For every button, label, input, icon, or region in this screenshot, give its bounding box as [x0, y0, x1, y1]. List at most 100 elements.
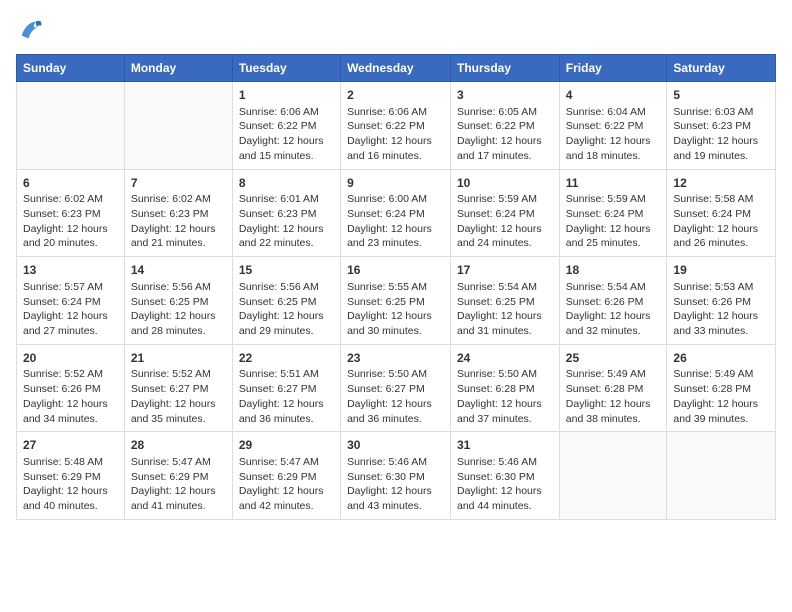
- calendar-cell: 15Sunrise: 5:56 AMSunset: 6:25 PMDayligh…: [232, 257, 340, 345]
- calendar-week-1: 1Sunrise: 6:06 AMSunset: 6:22 PMDaylight…: [17, 82, 776, 170]
- day-number: 21: [131, 350, 226, 367]
- calendar-cell: 19Sunrise: 5:53 AMSunset: 6:26 PMDayligh…: [667, 257, 776, 345]
- day-info: Sunrise: 5:55 AMSunset: 6:25 PMDaylight:…: [347, 280, 444, 339]
- day-info: Sunrise: 5:48 AMSunset: 6:29 PMDaylight:…: [23, 455, 118, 514]
- day-info: Sunrise: 6:03 AMSunset: 6:23 PMDaylight:…: [673, 105, 769, 164]
- weekday-header-tuesday: Tuesday: [232, 55, 340, 82]
- day-info: Sunrise: 6:06 AMSunset: 6:22 PMDaylight:…: [239, 105, 334, 164]
- day-info: Sunrise: 5:52 AMSunset: 6:26 PMDaylight:…: [23, 367, 118, 426]
- calendar-week-2: 6Sunrise: 6:02 AMSunset: 6:23 PMDaylight…: [17, 169, 776, 257]
- day-number: 11: [566, 175, 661, 192]
- calendar-cell: 16Sunrise: 5:55 AMSunset: 6:25 PMDayligh…: [341, 257, 451, 345]
- day-info: Sunrise: 6:00 AMSunset: 6:24 PMDaylight:…: [347, 192, 444, 251]
- day-number: 18: [566, 262, 661, 279]
- weekday-header-row: SundayMondayTuesdayWednesdayThursdayFrid…: [17, 55, 776, 82]
- day-number: 31: [457, 437, 553, 454]
- calendar-cell: 26Sunrise: 5:49 AMSunset: 6:28 PMDayligh…: [667, 344, 776, 432]
- day-number: 16: [347, 262, 444, 279]
- calendar-cell: 22Sunrise: 5:51 AMSunset: 6:27 PMDayligh…: [232, 344, 340, 432]
- calendar-cell: 9Sunrise: 6:00 AMSunset: 6:24 PMDaylight…: [341, 169, 451, 257]
- calendar-cell: 14Sunrise: 5:56 AMSunset: 6:25 PMDayligh…: [124, 257, 232, 345]
- calendar-cell: 24Sunrise: 5:50 AMSunset: 6:28 PMDayligh…: [451, 344, 560, 432]
- day-number: 14: [131, 262, 226, 279]
- calendar-cell: 28Sunrise: 5:47 AMSunset: 6:29 PMDayligh…: [124, 432, 232, 520]
- day-number: 17: [457, 262, 553, 279]
- day-number: 27: [23, 437, 118, 454]
- day-info: Sunrise: 6:01 AMSunset: 6:23 PMDaylight:…: [239, 192, 334, 251]
- calendar-cell: 5Sunrise: 6:03 AMSunset: 6:23 PMDaylight…: [667, 82, 776, 170]
- weekday-header-sunday: Sunday: [17, 55, 125, 82]
- day-info: Sunrise: 5:54 AMSunset: 6:25 PMDaylight:…: [457, 280, 553, 339]
- day-number: 4: [566, 87, 661, 104]
- day-number: 2: [347, 87, 444, 104]
- day-number: 30: [347, 437, 444, 454]
- day-number: 29: [239, 437, 334, 454]
- calendar-cell: [124, 82, 232, 170]
- calendar-cell: 23Sunrise: 5:50 AMSunset: 6:27 PMDayligh…: [341, 344, 451, 432]
- day-number: 1: [239, 87, 334, 104]
- day-number: 23: [347, 350, 444, 367]
- logo: [16, 16, 48, 44]
- day-info: Sunrise: 5:49 AMSunset: 6:28 PMDaylight:…: [673, 367, 769, 426]
- calendar-cell: 30Sunrise: 5:46 AMSunset: 6:30 PMDayligh…: [341, 432, 451, 520]
- calendar-body: 1Sunrise: 6:06 AMSunset: 6:22 PMDaylight…: [17, 82, 776, 520]
- calendar-cell: 27Sunrise: 5:48 AMSunset: 6:29 PMDayligh…: [17, 432, 125, 520]
- calendar-cell: 11Sunrise: 5:59 AMSunset: 6:24 PMDayligh…: [559, 169, 667, 257]
- day-number: 25: [566, 350, 661, 367]
- day-info: Sunrise: 5:52 AMSunset: 6:27 PMDaylight:…: [131, 367, 226, 426]
- calendar-week-4: 20Sunrise: 5:52 AMSunset: 6:26 PMDayligh…: [17, 344, 776, 432]
- weekday-header-thursday: Thursday: [451, 55, 560, 82]
- weekday-header-friday: Friday: [559, 55, 667, 82]
- calendar-cell: 25Sunrise: 5:49 AMSunset: 6:28 PMDayligh…: [559, 344, 667, 432]
- calendar-cell: 29Sunrise: 5:47 AMSunset: 6:29 PMDayligh…: [232, 432, 340, 520]
- day-number: 10: [457, 175, 553, 192]
- day-number: 3: [457, 87, 553, 104]
- weekday-header-saturday: Saturday: [667, 55, 776, 82]
- day-info: Sunrise: 5:56 AMSunset: 6:25 PMDaylight:…: [239, 280, 334, 339]
- calendar-week-3: 13Sunrise: 5:57 AMSunset: 6:24 PMDayligh…: [17, 257, 776, 345]
- calendar-table: SundayMondayTuesdayWednesdayThursdayFrid…: [16, 54, 776, 520]
- calendar-cell: 2Sunrise: 6:06 AMSunset: 6:22 PMDaylight…: [341, 82, 451, 170]
- day-number: 22: [239, 350, 334, 367]
- day-number: 15: [239, 262, 334, 279]
- calendar-cell: 17Sunrise: 5:54 AMSunset: 6:25 PMDayligh…: [451, 257, 560, 345]
- day-info: Sunrise: 5:58 AMSunset: 6:24 PMDaylight:…: [673, 192, 769, 251]
- day-number: 8: [239, 175, 334, 192]
- weekday-header-monday: Monday: [124, 55, 232, 82]
- day-info: Sunrise: 5:50 AMSunset: 6:27 PMDaylight:…: [347, 367, 444, 426]
- day-info: Sunrise: 5:51 AMSunset: 6:27 PMDaylight:…: [239, 367, 334, 426]
- calendar-cell: 1Sunrise: 6:06 AMSunset: 6:22 PMDaylight…: [232, 82, 340, 170]
- day-info: Sunrise: 5:59 AMSunset: 6:24 PMDaylight:…: [566, 192, 661, 251]
- day-number: 20: [23, 350, 118, 367]
- logo-icon: [16, 16, 44, 44]
- calendar-week-5: 27Sunrise: 5:48 AMSunset: 6:29 PMDayligh…: [17, 432, 776, 520]
- day-info: Sunrise: 5:46 AMSunset: 6:30 PMDaylight:…: [347, 455, 444, 514]
- calendar-cell: 4Sunrise: 6:04 AMSunset: 6:22 PMDaylight…: [559, 82, 667, 170]
- day-info: Sunrise: 5:57 AMSunset: 6:24 PMDaylight:…: [23, 280, 118, 339]
- calendar-cell: 21Sunrise: 5:52 AMSunset: 6:27 PMDayligh…: [124, 344, 232, 432]
- calendar-cell: 7Sunrise: 6:02 AMSunset: 6:23 PMDaylight…: [124, 169, 232, 257]
- day-number: 7: [131, 175, 226, 192]
- day-info: Sunrise: 5:59 AMSunset: 6:24 PMDaylight:…: [457, 192, 553, 251]
- calendar-cell: 3Sunrise: 6:05 AMSunset: 6:22 PMDaylight…: [451, 82, 560, 170]
- day-info: Sunrise: 6:04 AMSunset: 6:22 PMDaylight:…: [566, 105, 661, 164]
- day-info: Sunrise: 5:46 AMSunset: 6:30 PMDaylight:…: [457, 455, 553, 514]
- day-info: Sunrise: 6:02 AMSunset: 6:23 PMDaylight:…: [131, 192, 226, 251]
- calendar-cell: 12Sunrise: 5:58 AMSunset: 6:24 PMDayligh…: [667, 169, 776, 257]
- day-info: Sunrise: 5:53 AMSunset: 6:26 PMDaylight:…: [673, 280, 769, 339]
- calendar-cell: 10Sunrise: 5:59 AMSunset: 6:24 PMDayligh…: [451, 169, 560, 257]
- day-number: 24: [457, 350, 553, 367]
- day-number: 26: [673, 350, 769, 367]
- day-number: 19: [673, 262, 769, 279]
- calendar-cell: 8Sunrise: 6:01 AMSunset: 6:23 PMDaylight…: [232, 169, 340, 257]
- calendar-cell: [667, 432, 776, 520]
- calendar-cell: 18Sunrise: 5:54 AMSunset: 6:26 PMDayligh…: [559, 257, 667, 345]
- calendar-cell: [17, 82, 125, 170]
- day-number: 5: [673, 87, 769, 104]
- calendar-cell: 20Sunrise: 5:52 AMSunset: 6:26 PMDayligh…: [17, 344, 125, 432]
- day-number: 28: [131, 437, 226, 454]
- day-info: Sunrise: 6:02 AMSunset: 6:23 PMDaylight:…: [23, 192, 118, 251]
- day-info: Sunrise: 6:05 AMSunset: 6:22 PMDaylight:…: [457, 105, 553, 164]
- day-info: Sunrise: 5:50 AMSunset: 6:28 PMDaylight:…: [457, 367, 553, 426]
- day-info: Sunrise: 5:49 AMSunset: 6:28 PMDaylight:…: [566, 367, 661, 426]
